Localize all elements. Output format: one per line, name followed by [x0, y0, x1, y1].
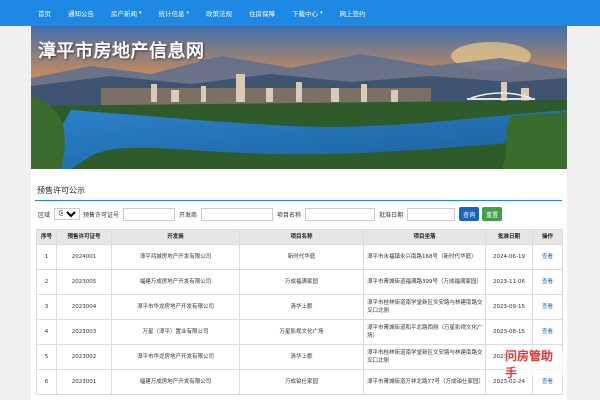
site-banner: 漳平市房地产信息网: [31, 26, 567, 169]
view-link[interactable]: 查看: [532, 294, 563, 320]
row-number-cell: 5: [36, 344, 57, 370]
chevron-down-icon: ▾: [186, 10, 190, 16]
nav-item[interactable]: 房产新闻 ▾: [111, 8, 142, 18]
project-name-cell: 清华上郡: [239, 294, 364, 320]
permit-number-cell: 2023003: [56, 319, 112, 345]
column-header: 项目坐落: [363, 229, 486, 245]
table-row: 3 2023004 漳平市华龙房地产开发有限公司 清华上郡 漳平市桂林街道南学堂新区文安…: [36, 294, 563, 320]
permit-input[interactable]: [123, 207, 176, 221]
main-content: 预售许可公示 区域 区域 预售许可证号 开发商 项目名称 批准日期 查询 重置 …: [31, 169, 567, 400]
view-link[interactable]: 查看: [532, 244, 563, 270]
developer-cell: 漳平市华龙房地产开发有限公司: [111, 294, 240, 320]
developer-cell: 福建万成房地产开发有限公司: [111, 269, 240, 295]
table-row: 4 2023003 万星（漳平）置业有限公司 万星影视文化广场 漳平市菁城街道和平北路西…: [36, 319, 563, 345]
project-name-cell: 万星影视文化广场: [239, 319, 364, 345]
row-number-cell: 4: [36, 319, 57, 345]
region-label: 区域: [38, 211, 51, 219]
project-name-cell: 万成福满家园: [239, 269, 364, 295]
approval-date-cell: 2024-06-19: [485, 244, 533, 270]
approval-date-cell: 2023-09-15: [485, 294, 533, 320]
site-title: 漳平市房地产信息网: [38, 41, 205, 62]
row-number-cell: 2: [36, 269, 57, 295]
developer-input[interactable]: [201, 207, 274, 221]
nav-item[interactable]: 首页: [38, 8, 51, 18]
reset-button[interactable]: 重置: [482, 207, 503, 221]
nav-item[interactable]: 通知公告: [68, 8, 94, 18]
search-button[interactable]: 查询: [459, 207, 480, 221]
project-label: 项目名称: [277, 211, 302, 219]
permit-number-cell: 2023001: [56, 369, 112, 395]
section-title: 预售许可公示: [37, 186, 85, 195]
row-number-cell: 3: [36, 294, 57, 320]
project-address-cell: 漳平市桂林街道南学堂新区文安路与林建南路交叉口北侧: [363, 294, 486, 320]
region-select[interactable]: 区域: [54, 208, 81, 220]
table-row: 2 2023005 福建万成房地产开发有限公司 万成福满家园 漳平市菁城街道福满路399…: [36, 269, 563, 295]
nav-item-label: 政策法规: [206, 10, 233, 18]
approval-date-cell: 2023-08-15: [485, 319, 533, 345]
date-label: 批准日期: [379, 211, 404, 219]
row-number-cell: 6: [36, 369, 57, 395]
nav-item-label: 下载中心: [292, 10, 319, 18]
project-name-cell: 万成铂仕家园: [239, 369, 364, 395]
project-address-cell: 漳平市菁城街道福满路399号（万成福满家园）: [363, 269, 486, 295]
watermark-logo: 问房管助手: [505, 349, 563, 380]
nav-item-label: 房产新闻: [111, 10, 137, 18]
table-row: 6 2023001 福建万成房地产开发有限公司 万成铂仕家园 漳平市菁城街道万祥北路77…: [36, 369, 563, 395]
developer-cell: 福建万成房地产开发有限公司: [111, 369, 240, 395]
permit-label: 预售许可证号: [83, 211, 120, 219]
chevron-down-icon: ▾: [139, 10, 142, 16]
permit-number-cell: 2024001: [56, 244, 112, 270]
row-number-cell: 1: [36, 244, 57, 270]
permit-number-cell: 2023002: [56, 344, 112, 370]
project-input[interactable]: [305, 207, 376, 221]
view-link[interactable]: 查看: [532, 319, 563, 345]
table-row: 1 2024001 漳平鸿城房地产开发有限公司 新时代华庭 漳平市永福镇永兴南路168号…: [36, 244, 563, 270]
nav-item-label: 网上签约: [339, 10, 366, 18]
column-header: 预售许可证号: [56, 229, 112, 245]
presale-permit-table: 序号 预售许可证号 开发商 项目名称 项目坐落 批准日期 操作 1 2024001 漳平鸿城房地…: [36, 229, 563, 395]
column-header: 序号: [36, 229, 57, 245]
project-name-cell: 清华上郡: [239, 344, 364, 370]
nav-item[interactable]: 住房保障: [249, 8, 275, 18]
developer-cell: 万星（漳平）置业有限公司: [111, 319, 240, 345]
chevron-down-icon: ▾: [320, 10, 323, 16]
filter-bar: 区域 区域 预售许可证号 开发商 项目名称 批准日期 查询 重置: [38, 207, 505, 221]
project-name-cell: 新时代华庭: [239, 244, 364, 270]
project-address-cell: 漳平市菁城街道和平北路西侧（万星影视文化广场）: [363, 319, 486, 345]
nav-item[interactable]: 下载中心 ▾: [292, 8, 323, 18]
column-header: 项目名称: [239, 229, 364, 245]
date-input[interactable]: [407, 207, 456, 221]
column-header: 操作: [532, 229, 563, 245]
project-address-cell: 漳平市桂林街道南学堂新区文安路与林建南路交叉口北侧: [363, 344, 486, 370]
table-row: 5 2023002 漳平市华龙房地产开发有限公司 清华上郡 漳平市桂林街道南学堂新区文安…: [36, 344, 563, 370]
view-link[interactable]: 查看: [532, 269, 563, 295]
nav-item-label: 通知公告: [68, 10, 94, 18]
column-header: 批准日期: [485, 229, 533, 245]
project-address-cell: 漳平市永福镇永兴南路168号（新时代华庭）: [363, 244, 486, 270]
project-address-cell: 漳平市菁城街道万祥北路77号（万成铂仕家园）: [363, 369, 486, 395]
nav-item-label: 住房保障: [249, 10, 276, 18]
nav-item[interactable]: 政策法规: [206, 8, 232, 18]
nav-item[interactable]: 统计信息 ▾: [159, 8, 190, 18]
nav-item-label: 首页: [38, 10, 51, 18]
section-divider: [35, 200, 562, 201]
table-header-row: 序号 预售许可证号 开发商 项目名称 项目坐落 批准日期 操作: [36, 229, 563, 245]
top-nav-bar: 首页 通知公告 房产新闻 ▾ 统计信息 ▾ 政策法规 住房保障 下载中心 ▾ 网上签约: [0, 0, 600, 26]
permit-number-cell: 2023005: [56, 269, 112, 295]
permit-number-cell: 2023004: [56, 294, 112, 320]
developer-label: 开发商: [179, 211, 198, 219]
approval-date-cell: 2023-11-06: [485, 269, 533, 295]
nav-item-label: 统计信息: [158, 10, 185, 18]
column-header: 开发商: [111, 229, 240, 245]
nav-item[interactable]: 网上签约: [340, 8, 366, 18]
developer-cell: 漳平鸿城房地产开发有限公司: [111, 244, 240, 270]
developer-cell: 漳平市华龙房地产开发有限公司: [111, 344, 240, 370]
